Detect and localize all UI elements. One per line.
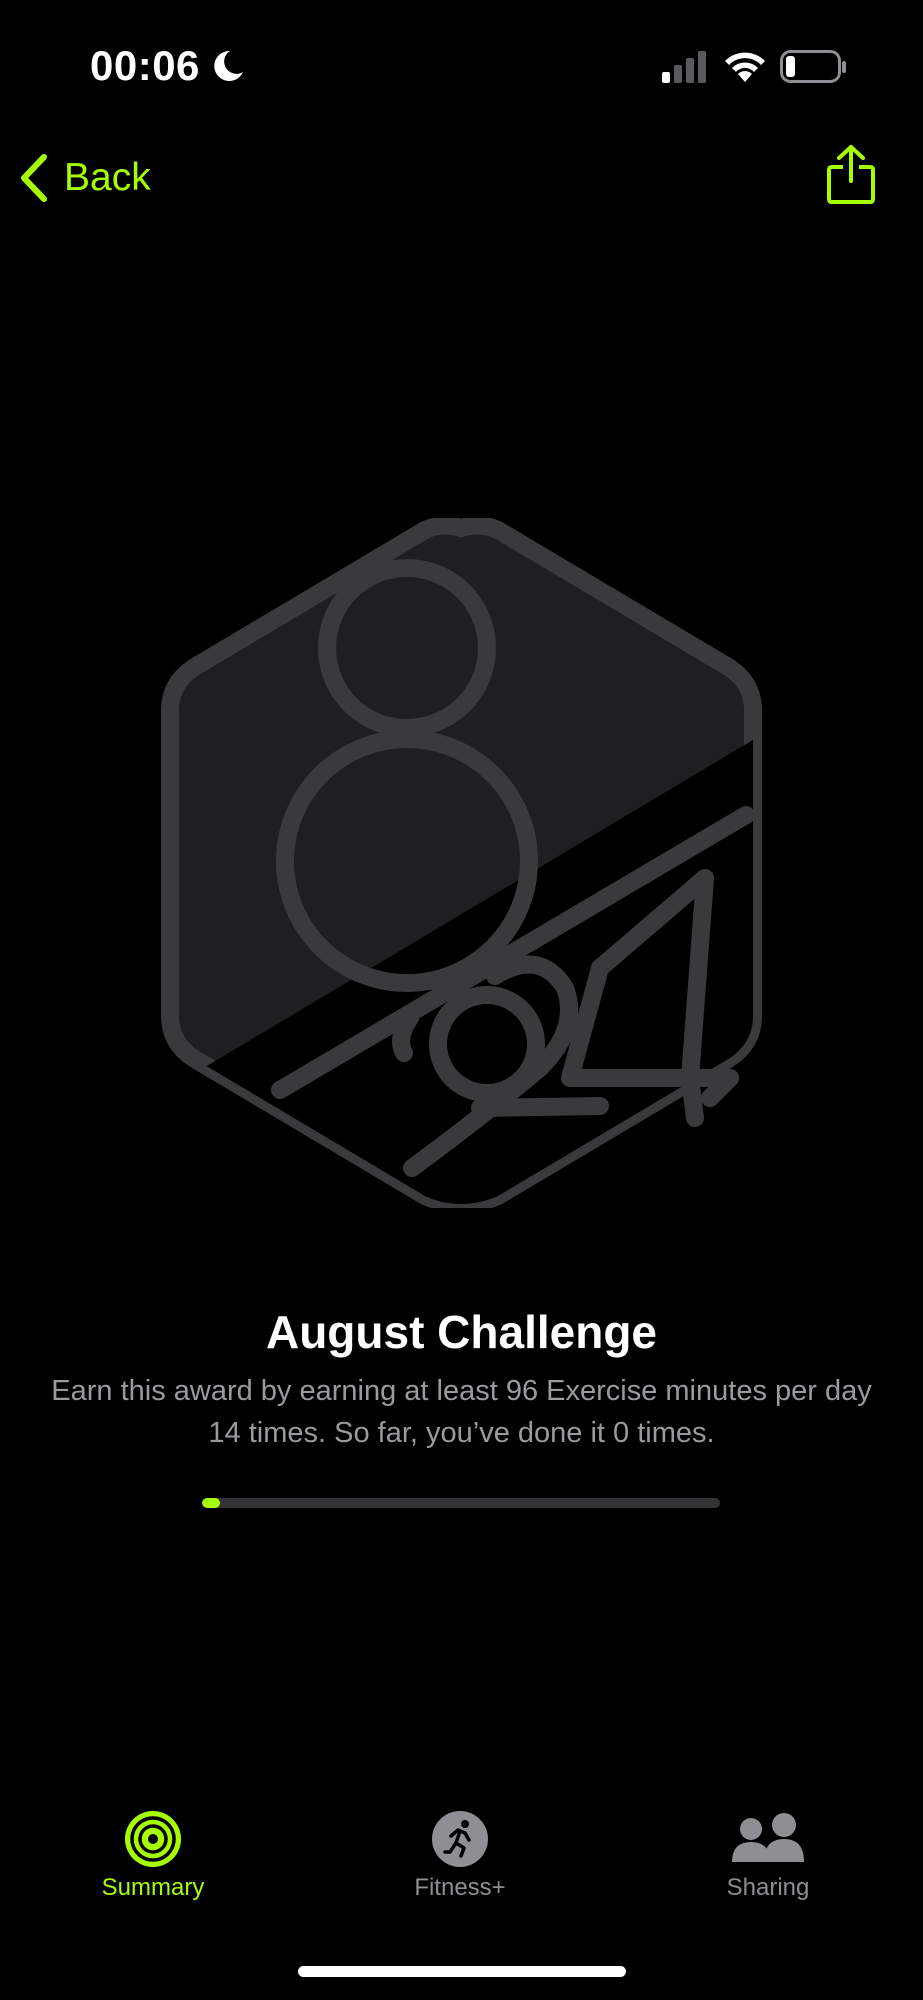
tab-fitness-plus[interactable]: Fitness+ <box>360 1810 560 1902</box>
activity-rings-icon <box>125 1811 181 1867</box>
people-icon <box>732 1813 804 1862</box>
tab-label: Fitness+ <box>414 1874 506 1901</box>
tab-label: Sharing <box>726 1874 810 1901</box>
wifi-icon <box>725 52 765 82</box>
award-description: Earn this award by earning at least 96 E… <box>51 1375 872 1449</box>
home-indicator <box>298 1966 626 1977</box>
battery-icon <box>780 50 846 83</box>
chevron-left-icon <box>21 154 47 202</box>
tab-label: Summary <box>101 1874 205 1901</box>
progress-fill <box>202 1498 220 1508</box>
status-time: 00:06 <box>90 42 200 89</box>
tab-bar: Summary Fitness+ Sharing <box>0 1810 923 1930</box>
share-icon <box>827 145 875 204</box>
back-button[interactable]: Back <box>18 150 151 206</box>
back-label: Back <box>64 156 151 199</box>
running-figure-icon <box>432 1811 488 1867</box>
status-bar: 00:06 <box>0 0 923 130</box>
progress-bar <box>202 1498 720 1508</box>
moon-icon <box>214 50 243 81</box>
august-2024-badge <box>161 518 762 1208</box>
award-title: August Challenge <box>265 1306 658 1358</box>
tab-sharing[interactable]: Sharing <box>668 1810 868 1902</box>
signal-icon <box>662 51 706 83</box>
share-button[interactable] <box>826 143 876 210</box>
tab-summary[interactable]: Summary <box>53 1810 253 1902</box>
